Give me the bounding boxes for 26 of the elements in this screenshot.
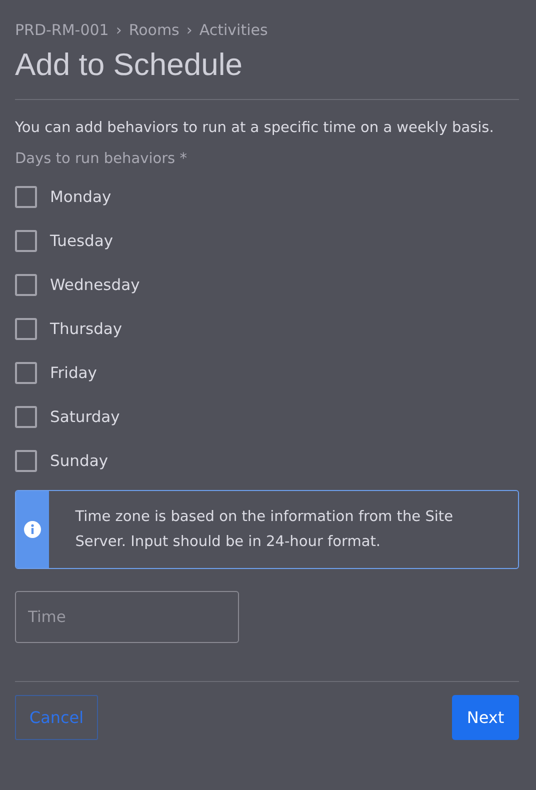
checkbox-label[interactable]: Thursday xyxy=(50,320,122,338)
breadcrumb-link[interactable]: PRD-RM-001 xyxy=(15,21,109,39)
time-input[interactable]: Time xyxy=(15,591,239,643)
breadcrumb-separator: › xyxy=(186,21,192,39)
next-button[interactable]: Next xyxy=(452,695,519,740)
checkbox[interactable] xyxy=(15,186,37,208)
checkbox[interactable] xyxy=(15,406,37,428)
checkbox-label[interactable]: Friday xyxy=(50,364,97,382)
checkbox[interactable] xyxy=(15,230,37,252)
checkbox[interactable] xyxy=(15,362,37,384)
checkbox-label[interactable]: Monday xyxy=(50,188,112,206)
field-label: Days to run behaviors * xyxy=(15,151,188,169)
checkbox[interactable] xyxy=(15,274,37,296)
checkbox-label[interactable]: Sunday xyxy=(50,452,108,470)
info-text: Time zone is based on the information from the Site Server. Input should be in 24-hour format. xyxy=(75,508,454,552)
checkbox-label[interactable]: Saturday xyxy=(50,408,120,426)
checkbox-label[interactable]: Wednesday xyxy=(50,276,140,294)
info-icon xyxy=(24,521,42,538)
checkbox[interactable] xyxy=(15,450,37,472)
checkbox-label[interactable]: Tuesday xyxy=(50,232,114,250)
page-title: Add to Schedule xyxy=(15,46,244,84)
description-text: You can add behaviors to run at a specific time on a weekly basis. xyxy=(15,119,495,138)
breadcrumb-separator: › xyxy=(116,21,122,39)
breadcrumb-link[interactable]: Activities xyxy=(199,21,268,39)
breadcrumb-link[interactable]: Rooms xyxy=(128,21,180,39)
checkbox[interactable] xyxy=(15,318,37,340)
